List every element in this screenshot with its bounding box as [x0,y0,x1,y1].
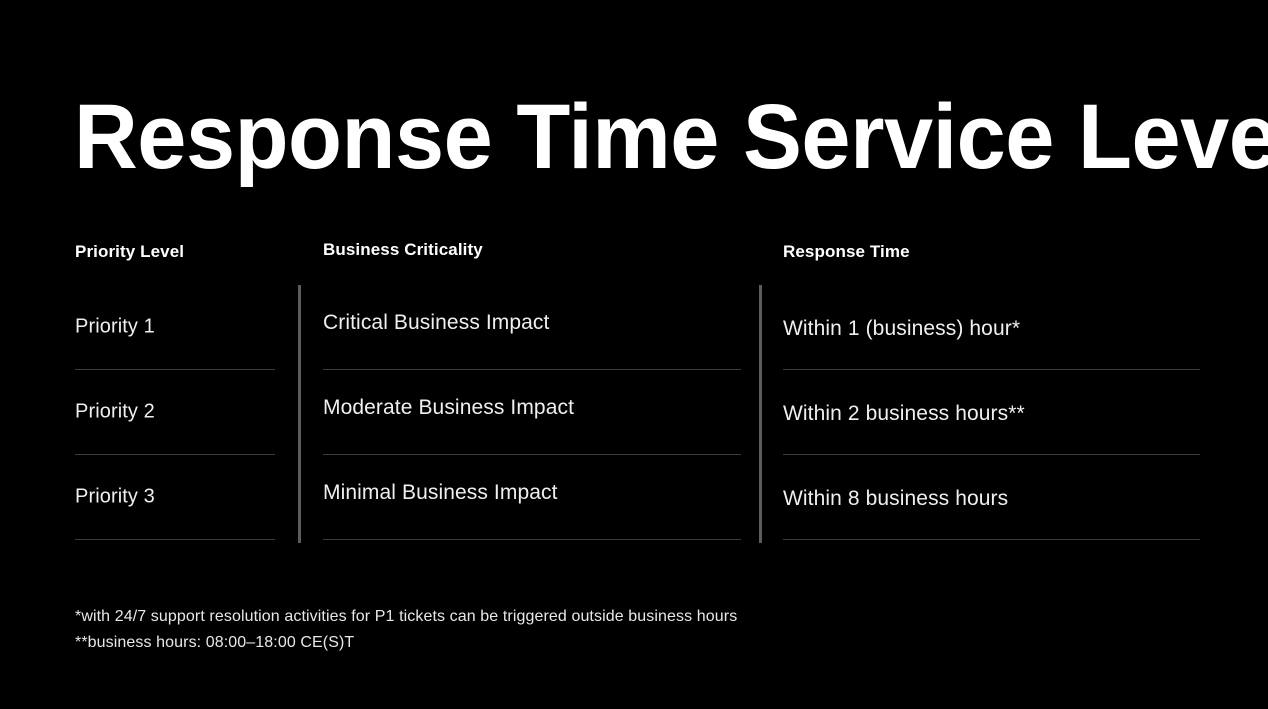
column-divider-right [759,285,762,543]
footnotes: *with 24/7 support resolution activities… [75,604,737,656]
table-row: Minimal Business Impact [323,455,741,540]
service-levels-table: Priority Level Priority 1 Priority 2 Pri… [0,230,1268,560]
table-row: Priority 1 [75,285,275,370]
response-time-value: Within 8 business hours [783,487,1009,510]
business-criticality-value: Critical Business Impact [323,311,550,334]
business-criticality-value: Moderate Business Impact [323,396,575,419]
footnote-single-asterisk: *with 24/7 support resolution activities… [75,608,738,625]
slide-root: Response Time Service Levels Priority Le… [0,0,1268,709]
business-criticality-value: Minimal Business Impact [323,481,558,504]
column-divider-left [298,285,301,543]
priority-level-rows: Priority 1 Priority 2 Priority 3 [75,285,275,540]
response-time-rows: Within 1 (business) hour* Within 2 busin… [783,285,1200,540]
footnote-double-asterisk: **business hours: 08:00–18:00 CE(S)T [75,634,355,651]
priority-level-value: Priority 1 [75,315,155,338]
page-title: Response Time Service Levels [74,85,1268,188]
column-header-priority-level: Priority Level [75,242,185,261]
column-header-response-time: Response Time [783,242,910,261]
table-row: Within 8 business hours [783,455,1200,540]
table-row: Critical Business Impact [323,285,741,370]
table-row: Moderate Business Impact [323,370,741,455]
column-header-business-criticality: Business Criticality [323,240,483,259]
table-row: Priority 2 [75,370,275,455]
priority-level-value: Priority 3 [75,485,155,508]
response-time-value: Within 1 (business) hour* [783,317,1021,340]
business-criticality-rows: Critical Business Impact Moderate Busine… [323,285,741,540]
priority-level-value: Priority 2 [75,400,155,423]
table-row: Within 2 business hours** [783,370,1200,455]
table-row: Within 1 (business) hour* [783,285,1200,370]
response-time-value: Within 2 business hours** [783,402,1025,425]
table-row: Priority 3 [75,455,275,540]
